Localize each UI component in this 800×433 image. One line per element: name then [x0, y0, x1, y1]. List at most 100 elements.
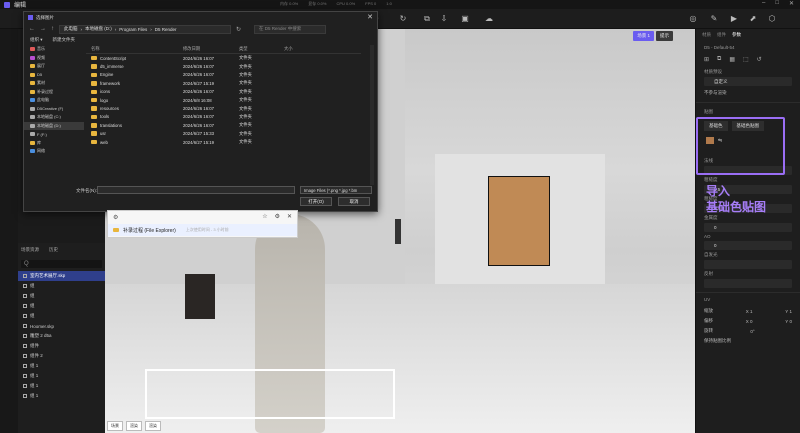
scene-item[interactable]: 组 — [18, 291, 105, 301]
scene-item[interactable]: Hoomer.skp — [18, 321, 105, 331]
cloud-icon[interactable]: ☁ — [484, 14, 494, 24]
import-icon[interactable]: ⇩ — [439, 14, 449, 24]
tree-item[interactable]: 音乐 — [24, 45, 84, 54]
save-icon[interactable]: ⬚ — [743, 56, 749, 63]
file-row[interactable]: tools 2024/6/26 16:07 文件夹 — [86, 113, 361, 121]
tab-material[interactable]: 材质 — [702, 32, 711, 38]
assign-icon[interactable]: ⊞ — [704, 56, 709, 63]
col-type[interactable]: 类型 — [239, 46, 284, 52]
filetype-select[interactable]: Image Files (*.png *.jpg *.bm — [300, 186, 372, 194]
scene-item[interactable]: 组件 — [18, 341, 105, 351]
tree-item[interactable]: D5 — [24, 71, 84, 80]
forward-icon[interactable]: → — [40, 26, 46, 32]
filename-input[interactable] — [97, 186, 295, 194]
scene-item[interactable]: 组件 2 — [18, 351, 105, 361]
new-folder-button[interactable]: 新建文件夹 — [53, 37, 76, 43]
file-row[interactable]: d5_immerse 2024/6/26 16:07 文件夹 — [86, 62, 361, 70]
status-chip[interactable]: 场景 — [107, 421, 123, 431]
tree-item[interactable]: 本地磁盘 (C:) — [24, 113, 84, 122]
scene-item[interactable]: 组 — [18, 301, 105, 311]
tree-item[interactable]: D5Creative (F) — [24, 105, 84, 114]
up-icon[interactable]: ↑ — [51, 26, 54, 32]
uv-x[interactable]: X 0 — [746, 319, 753, 324]
grid-icon[interactable]: ▦ — [729, 56, 735, 63]
breadcrumb[interactable]: D5 Render — [155, 27, 177, 32]
cancel-button[interactable]: 取消 — [338, 197, 370, 206]
video-icon[interactable]: ▶ — [729, 14, 739, 24]
settings-icon[interactable]: ⚙ — [113, 214, 118, 221]
param-value[interactable] — [704, 279, 792, 288]
minimize-icon[interactable]: – — [762, 0, 765, 7]
explorer-item[interactable]: 补录过程 (File Explorer) 上次使用时间 - 3 小时前 — [108, 224, 297, 236]
organize-menu[interactable]: 组织 ▾ — [30, 37, 43, 43]
breadcrumb[interactable]: 本地磁盘 (D:) — [85, 26, 112, 32]
scene-item[interactable]: 组 — [18, 281, 105, 291]
maximize-icon[interactable]: □ — [775, 0, 779, 7]
breadcrumb[interactable]: Program Files — [119, 27, 147, 32]
refresh-icon[interactable]: ↻ — [398, 14, 408, 24]
tab-component[interactable]: 组件 — [717, 32, 726, 38]
cube-icon[interactable]: ⬡ — [767, 14, 777, 24]
open-button[interactable]: 打开(O) — [300, 197, 332, 206]
col-size[interactable]: 大小 — [284, 46, 324, 52]
scene-item[interactable]: 组 — [18, 311, 105, 321]
file-row[interactable]: translations 2024/6/26 16:07 文件夹 — [86, 121, 361, 129]
file-row[interactable]: web 2024/6/27 15:19 文件夹 — [86, 138, 361, 146]
uv-x[interactable]: X 1 — [746, 309, 753, 314]
export-icon[interactable]: ⬈ — [748, 14, 758, 24]
tree-item[interactable]: 网络 — [24, 147, 84, 156]
file-row[interactable]: ContentScript 2024/6/26 16:07 文件夹 — [86, 54, 361, 62]
file-row[interactable]: Engine 2024/6/26 16:07 文件夹 — [86, 71, 361, 79]
file-row[interactable]: usr 2024/6/27 15:33 文件夹 — [86, 130, 361, 138]
settings-icon[interactable]: ⚙ — [275, 213, 280, 220]
layers-icon[interactable]: ⧉ — [422, 14, 432, 24]
tab-params[interactable]: 参数 — [732, 32, 741, 38]
address-bar[interactable]: 此电脑 › 本地磁盘 (D:) › Program Files › D5 Render — [59, 24, 231, 34]
scene-item[interactable]: 组 1 — [18, 361, 105, 371]
tab-scene[interactable]: 场景 1 — [633, 31, 654, 41]
file-row[interactable]: icons 2024/6/26 16:07 文件夹 — [86, 88, 361, 96]
back-icon[interactable]: ← — [29, 26, 35, 32]
uv-y[interactable]: Y 1 — [785, 309, 792, 314]
status-chip[interactable]: 渲染 — [145, 421, 161, 431]
tree-item[interactable]: 素材 — [24, 79, 84, 88]
image-icon[interactable]: ▣ — [460, 14, 470, 24]
scene-item[interactable]: 组 1 — [18, 381, 105, 391]
no-render-checkbox-label[interactable]: 不参与渲染 — [704, 90, 727, 96]
col-date[interactable]: 修改日期 — [183, 46, 239, 52]
param-value[interactable]: 0 — [704, 241, 792, 250]
preset-select[interactable]: 自定义 — [704, 77, 792, 86]
close-icon[interactable]: ✕ — [367, 13, 373, 21]
close-icon[interactable]: ✕ — [287, 213, 292, 220]
close-icon[interactable]: ✕ — [789, 0, 794, 7]
tree-item[interactable]: 补录过程 — [24, 88, 84, 97]
file-row[interactable]: resources 2024/6/26 16:07 文件夹 — [86, 104, 361, 112]
breadcrumb[interactable]: 此电脑 — [64, 26, 78, 32]
param-value[interactable] — [704, 260, 792, 269]
tree-item[interactable]: 展厅 — [24, 62, 84, 71]
tree-item[interactable]: 视频 — [24, 54, 84, 63]
tab-history[interactable]: 历史 — [49, 247, 58, 253]
tree-item[interactable]: F (F:) — [24, 130, 84, 139]
scene-search-input[interactable]: Q — [21, 260, 102, 268]
scene-item[interactable]: 组 1 — [18, 371, 105, 381]
reset-icon[interactable]: ↺ — [757, 56, 762, 63]
tree-item[interactable]: 本地磁盘 (D:) — [24, 121, 84, 130]
col-name[interactable]: 名称 — [86, 46, 183, 52]
tree-item[interactable]: 库 — [24, 139, 84, 148]
tab-scene-resources[interactable]: 场景资源 — [21, 247, 39, 253]
tab-hint[interactable]: 提示 — [656, 31, 673, 41]
scrollbar[interactable] — [370, 45, 374, 185]
copy-icon[interactable]: ⧉ — [717, 56, 721, 63]
scene-item[interactable]: 室内艺术展厅.skp — [18, 271, 105, 281]
scene-item[interactable]: 组 1 — [18, 391, 105, 401]
file-row[interactable]: logo 2024/6/8 16:08 文件夹 — [86, 96, 361, 104]
edit-icon[interactable]: ✎ — [709, 14, 719, 24]
param-value[interactable]: 0 — [704, 223, 792, 232]
star-icon[interactable]: ☆ — [262, 213, 267, 220]
artwork-frame[interactable] — [488, 176, 550, 266]
tree-item[interactable]: 此电脑 — [24, 96, 84, 105]
dialog-search-input[interactable]: 在 D5 Render 中搜索 — [254, 24, 327, 34]
uv-y[interactable]: Y 0 — [785, 319, 792, 324]
status-chip[interactable]: 渲染 — [126, 421, 142, 431]
